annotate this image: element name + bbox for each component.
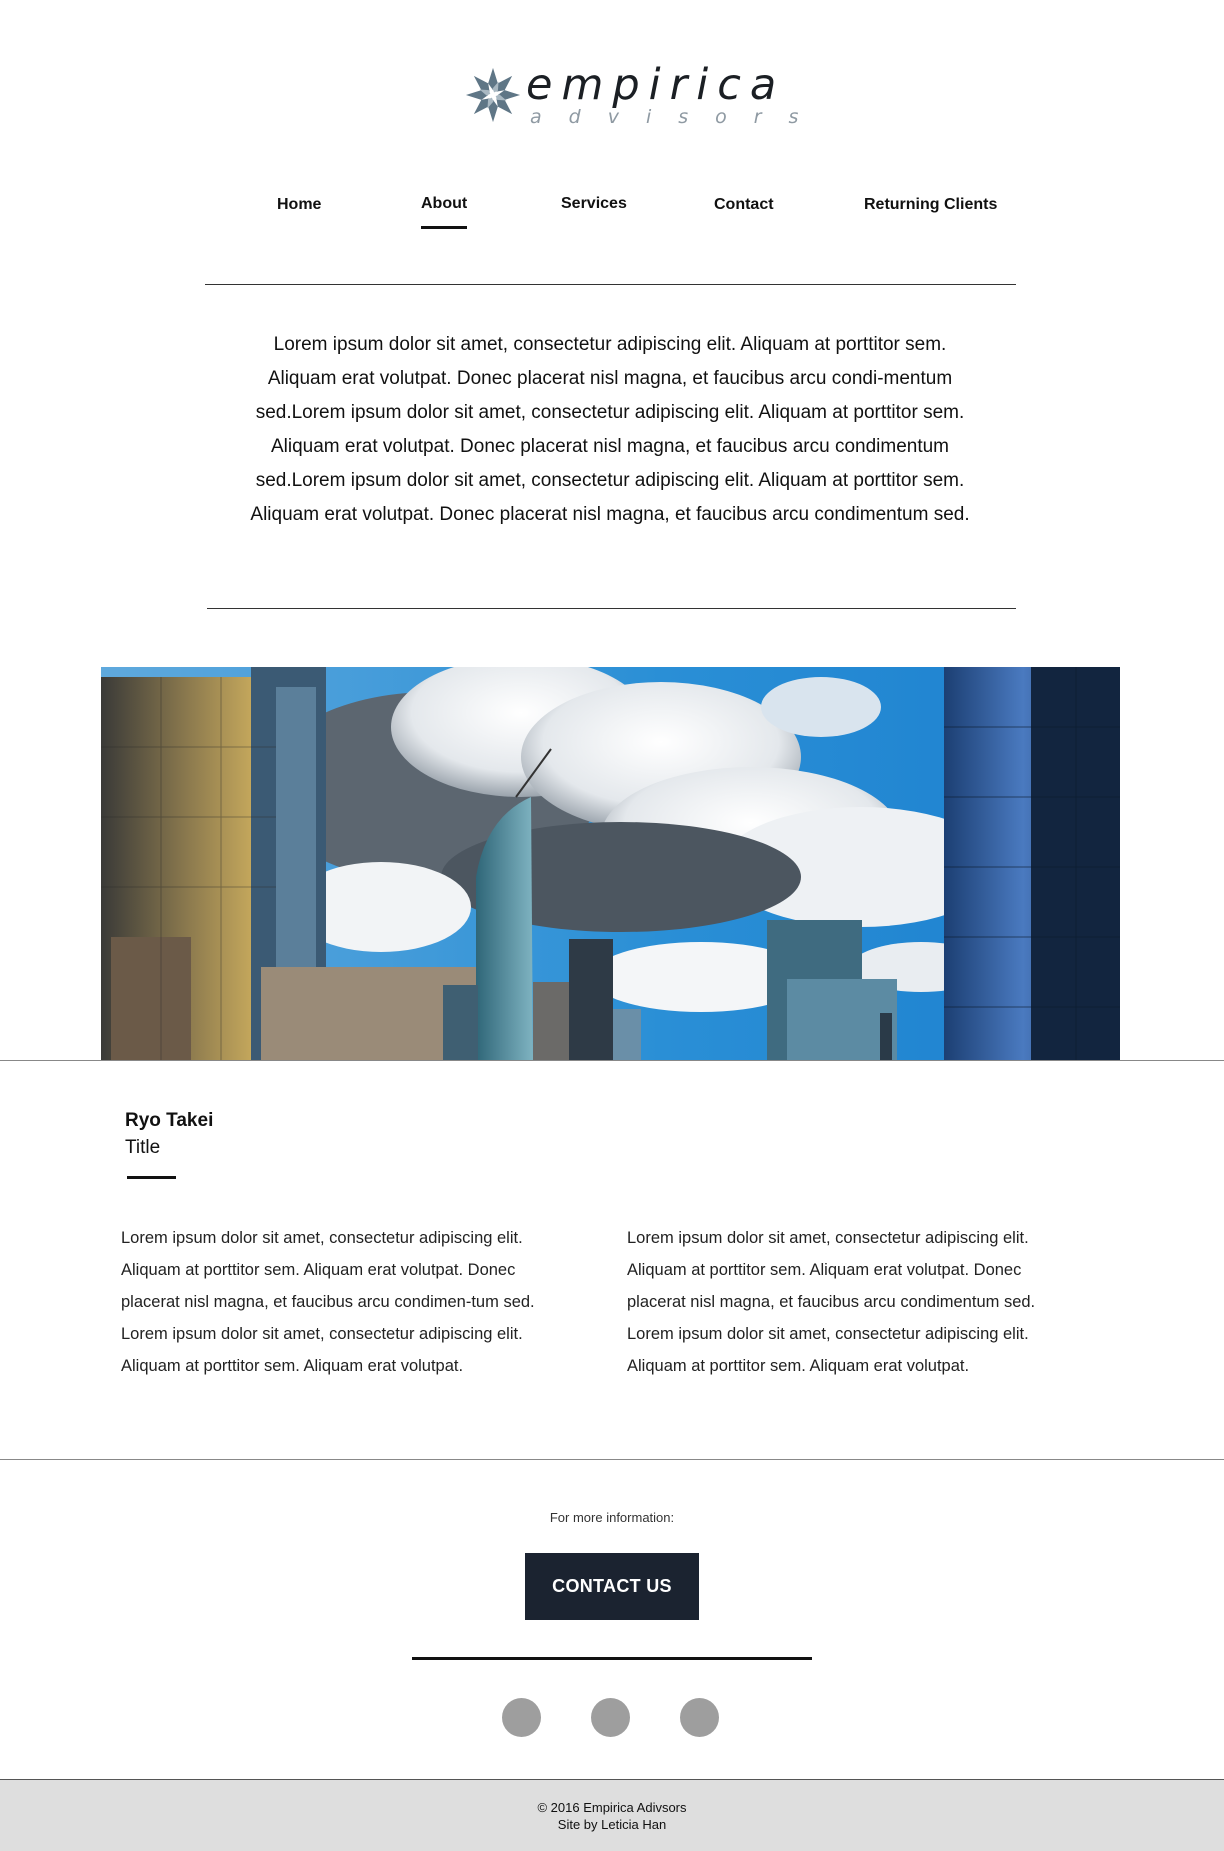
site-credit: Site by Leticia Han <box>557 1817 667 1832</box>
more-info-label: For more information: <box>549 1510 675 1525</box>
divider <box>412 1657 812 1660</box>
title-underline <box>127 1176 176 1179</box>
social-icon[interactable] <box>680 1698 719 1737</box>
nav-returning-clients[interactable]: Returning Clients <box>864 196 997 214</box>
logo-tagline: advisors <box>530 106 826 128</box>
bio-column-left: Lorem ipsum dolor sit amet, consectetur … <box>121 1229 535 1375</box>
intro-text: Lorem ipsum dolor sit amet, consectetur … <box>250 334 970 525</box>
person-title: Title <box>125 1137 161 1158</box>
nav-about[interactable]: About <box>421 195 468 229</box>
hero-image <box>101 667 1120 1060</box>
divider <box>0 1459 1224 1460</box>
divider <box>0 1060 1224 1061</box>
nav-contact[interactable]: Contact <box>714 196 774 214</box>
logo[interactable]: empirica advisors <box>460 60 798 130</box>
logo-wordmark: empirica <box>526 60 786 110</box>
bio-column-right: Lorem ipsum dolor sit amet, consectetur … <box>627 1229 1036 1375</box>
contact-us-button[interactable]: CONTACT US <box>525 1553 699 1620</box>
divider <box>205 284 1016 285</box>
person-name: Ryo Takei <box>125 1110 214 1131</box>
social-icon[interactable] <box>591 1698 630 1737</box>
main-nav: Home About Services Contact Returning Cl… <box>0 195 1224 236</box>
flower-star-icon <box>465 67 521 123</box>
footer: © 2016 Empirica Adivsors Site by Leticia… <box>0 1779 1224 1851</box>
city-skyline-photo <box>101 667 1120 1060</box>
nav-services[interactable]: Services <box>561 195 627 213</box>
copyright-text: © 2016 Empirica Adivsors <box>537 1800 687 1815</box>
social-icon[interactable] <box>502 1698 541 1737</box>
nav-home[interactable]: Home <box>277 196 321 214</box>
divider <box>207 608 1016 609</box>
